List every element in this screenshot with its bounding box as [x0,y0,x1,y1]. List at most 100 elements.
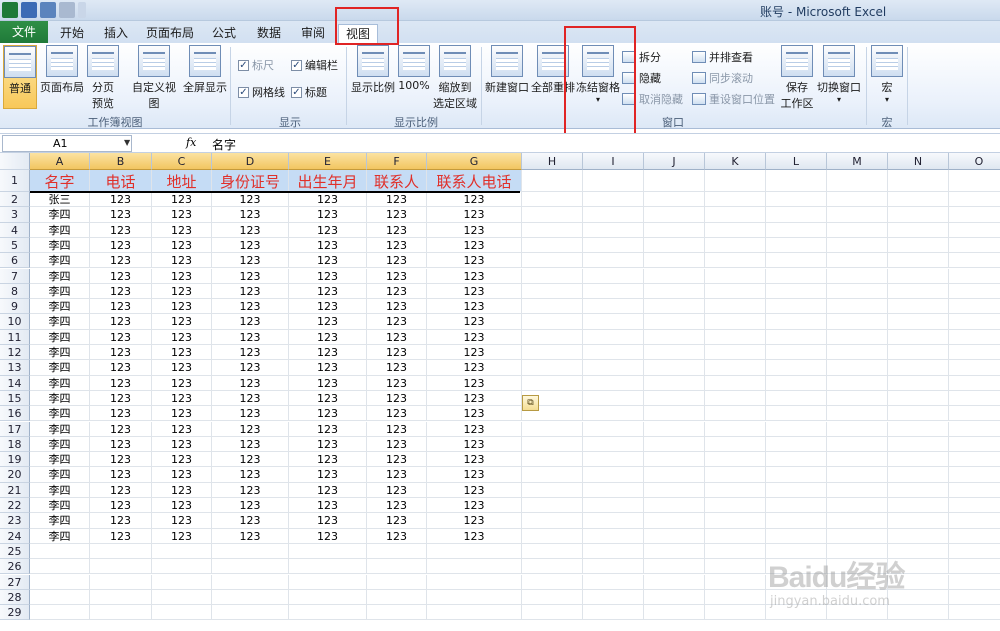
empty-cell[interactable] [949,207,1000,223]
save-icon[interactable] [21,2,37,18]
empty-cell[interactable] [522,268,583,284]
table-cell[interactable]: 123 [212,452,289,468]
empty-cell[interactable] [888,513,949,529]
empty-cell[interactable] [888,192,949,208]
empty-cell[interactable] [705,329,766,345]
empty-cell[interactable] [705,482,766,498]
empty-cell[interactable] [644,345,705,361]
empty-cell[interactable] [888,528,949,544]
column-header[interactable]: L [766,153,827,170]
table-cell[interactable]: 123 [367,253,427,269]
empty-cell[interactable] [705,390,766,407]
table-cell[interactable]: 123 [289,452,367,468]
empty-cell[interactable] [522,482,583,498]
empty-cell[interactable] [644,528,705,544]
table-cell[interactable]: 123 [427,513,522,529]
table-cell[interactable]: 123 [90,406,152,422]
empty-cell[interactable] [766,345,827,361]
normal-view-button[interactable]: 普通 [3,45,37,109]
row-header[interactable]: 11 [0,329,30,345]
row-header[interactable]: 5 [0,237,30,254]
empty-cell[interactable] [705,406,766,422]
table-cell[interactable]: 123 [90,192,152,208]
empty-cell[interactable] [766,207,827,223]
table-cell[interactable]: 123 [90,436,152,453]
empty-cell[interactable] [888,283,949,300]
empty-cell[interactable] [583,375,644,391]
switch-windows-button[interactable]: 切换窗口 ▾ [816,45,862,104]
empty-cell[interactable] [212,589,289,606]
empty-cell[interactable] [522,345,583,361]
empty-cell[interactable] [705,559,766,575]
empty-cell[interactable] [583,299,644,315]
table-cell[interactable]: 李四 [30,390,90,407]
table-cell[interactable]: 123 [289,482,367,498]
empty-cell[interactable] [644,283,705,300]
empty-cell[interactable] [827,253,888,269]
table-cell[interactable]: 123 [367,360,427,376]
split-button[interactable]: 拆分 [622,49,661,65]
empty-cell[interactable] [766,452,827,468]
header-cell[interactable]: 电话 [90,170,152,192]
empty-cell[interactable] [522,498,583,514]
table-cell[interactable]: 123 [289,360,367,376]
empty-cell[interactable] [705,283,766,300]
table-cell[interactable]: 123 [212,192,289,208]
row-header[interactable]: 7 [0,268,30,284]
empty-cell[interactable] [522,467,583,483]
empty-cell[interactable] [766,421,827,437]
empty-cell[interactable] [522,170,583,192]
empty-cell[interactable] [888,222,949,238]
table-cell[interactable]: 123 [289,237,367,254]
unhide-button[interactable]: 取消隐藏 [622,91,683,107]
empty-cell[interactable] [30,543,90,560]
empty-cell[interactable] [949,498,1000,514]
row-header[interactable]: 16 [0,406,30,422]
empty-cell[interactable] [949,330,1000,345]
table-cell[interactable]: 123 [289,253,367,269]
table-cell[interactable]: 123 [90,329,152,345]
table-cell[interactable]: 123 [152,360,212,376]
tab-page-layout[interactable]: 页面布局 [140,24,200,43]
row-header[interactable]: 24 [0,528,30,544]
table-cell[interactable]: 123 [427,299,522,315]
table-cell[interactable]: 123 [367,329,427,345]
empty-cell[interactable] [705,268,766,284]
table-cell[interactable]: 123 [212,436,289,453]
table-cell[interactable]: 李四 [30,498,90,514]
empty-cell[interactable] [705,345,766,361]
table-cell[interactable]: 123 [427,390,522,407]
table-cell[interactable]: 123 [289,268,367,284]
table-cell[interactable]: 123 [289,329,367,345]
header-cell[interactable]: 联系人 [367,170,427,192]
empty-cell[interactable] [949,467,1000,483]
empty-cell[interactable] [766,406,827,422]
table-cell[interactable]: 123 [90,360,152,376]
empty-cell[interactable] [644,192,705,208]
chevron-down-icon[interactable]: ▼ [124,138,130,147]
empty-cell[interactable] [289,543,367,560]
empty-cell[interactable] [705,467,766,483]
empty-cell[interactable] [827,299,888,315]
table-cell[interactable]: 123 [212,268,289,284]
empty-cell[interactable] [30,559,90,575]
table-cell[interactable]: 123 [367,498,427,514]
column-header[interactable]: B [90,153,152,170]
table-cell[interactable]: 123 [212,299,289,315]
empty-cell[interactable] [888,268,949,284]
empty-cell[interactable] [949,590,1000,606]
table-cell[interactable]: 123 [152,421,212,437]
empty-cell[interactable] [30,574,90,590]
empty-cell[interactable] [949,376,1000,391]
column-header[interactable]: F [367,153,427,170]
empty-cell[interactable] [522,329,583,345]
empty-cell[interactable] [705,528,766,544]
table-cell[interactable]: 123 [427,268,522,284]
table-cell[interactable]: 123 [212,498,289,514]
table-cell[interactable]: 123 [289,406,367,422]
empty-cell[interactable] [644,237,705,254]
table-cell[interactable]: 123 [90,253,152,269]
empty-cell[interactable] [949,422,1000,437]
table-cell[interactable]: 123 [152,436,212,453]
table-cell[interactable]: 123 [90,283,152,300]
